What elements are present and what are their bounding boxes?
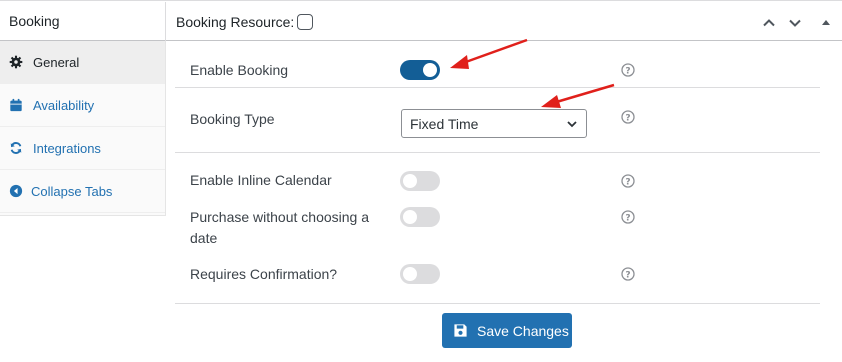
collapse-icon [9, 184, 23, 198]
purchase-without-date-label-line1: Purchase without choosing a [190, 209, 369, 225]
annotation-arrow [541, 83, 615, 108]
tab-general[interactable]: General [0, 41, 165, 84]
tab-collapse[interactable]: Collapse Tabs [0, 170, 165, 213]
booking-resource-label: Booking Resource: [176, 14, 295, 30]
purchase-without-date-toggle[interactable] [400, 207, 440, 227]
calendar-icon [9, 98, 23, 112]
save-changes-label: Save Changes [477, 322, 569, 339]
purchase-without-date-label-line2: date [190, 230, 218, 246]
help-icon[interactable]: ? [621, 267, 635, 281]
tab-availability-label: Availability [33, 97, 95, 113]
booking-type-label: Booking Type [190, 111, 275, 127]
panel-title: Booking [9, 13, 60, 29]
requires-confirmation-toggle[interactable] [400, 264, 440, 284]
caret-up-icon[interactable] [818, 15, 834, 31]
booking-resource: Booking Resource: [176, 14, 314, 30]
annotation-arrow [450, 38, 528, 69]
booking-type-value: Fixed Time [410, 116, 479, 132]
row-divider [175, 87, 820, 88]
help-icon[interactable]: ? [621, 210, 635, 224]
row-divider [175, 303, 820, 304]
svg-text:?: ? [625, 177, 630, 187]
svg-text:?: ? [625, 113, 630, 123]
chevron-up-icon[interactable] [761, 15, 777, 31]
chevron-down-icon[interactable] [787, 15, 803, 31]
help-icon[interactable]: ? [621, 63, 635, 77]
floppy-disk-icon [453, 323, 468, 338]
row-divider [175, 152, 820, 153]
svg-text:?: ? [625, 213, 630, 223]
sync-icon [9, 141, 23, 155]
gear-icon [9, 55, 23, 69]
booking-type-select[interactable]: Fixed Time [401, 109, 587, 138]
enable-booking-toggle[interactable] [400, 60, 440, 80]
save-changes-button[interactable]: Save Changes [442, 313, 572, 348]
toggle-knob [403, 210, 417, 224]
svg-text:?: ? [625, 66, 630, 76]
toggle-knob [423, 63, 437, 77]
help-icon[interactable]: ? [621, 110, 635, 124]
tab-collapse-label: Collapse Tabs [31, 183, 113, 199]
tab-availability[interactable]: Availability [0, 84, 165, 127]
enable-booking-label: Enable Booking [190, 62, 289, 78]
header-divider [165, 2, 166, 41]
requires-confirmation-label: Requires Confirmation? [190, 266, 338, 282]
panel-header: Booking Booking Resource: [0, 2, 842, 41]
booking-resource-checkbox[interactable] [297, 14, 314, 30]
tab-integrations[interactable]: Integrations [0, 127, 165, 170]
tabs-sidebar: General Availability Integrations Collap… [0, 41, 166, 216]
inline-calendar-toggle[interactable] [400, 171, 440, 191]
tab-integrations-label: Integrations [33, 140, 101, 156]
svg-text:?: ? [625, 270, 630, 280]
top-border [0, 0, 842, 1]
toggle-knob [403, 174, 417, 188]
inline-calendar-label: Enable Inline Calendar [190, 172, 332, 188]
toggle-knob [403, 267, 417, 281]
chevron-down-icon [566, 118, 578, 130]
help-icon[interactable]: ? [621, 174, 635, 188]
tab-general-label: General [33, 54, 80, 70]
